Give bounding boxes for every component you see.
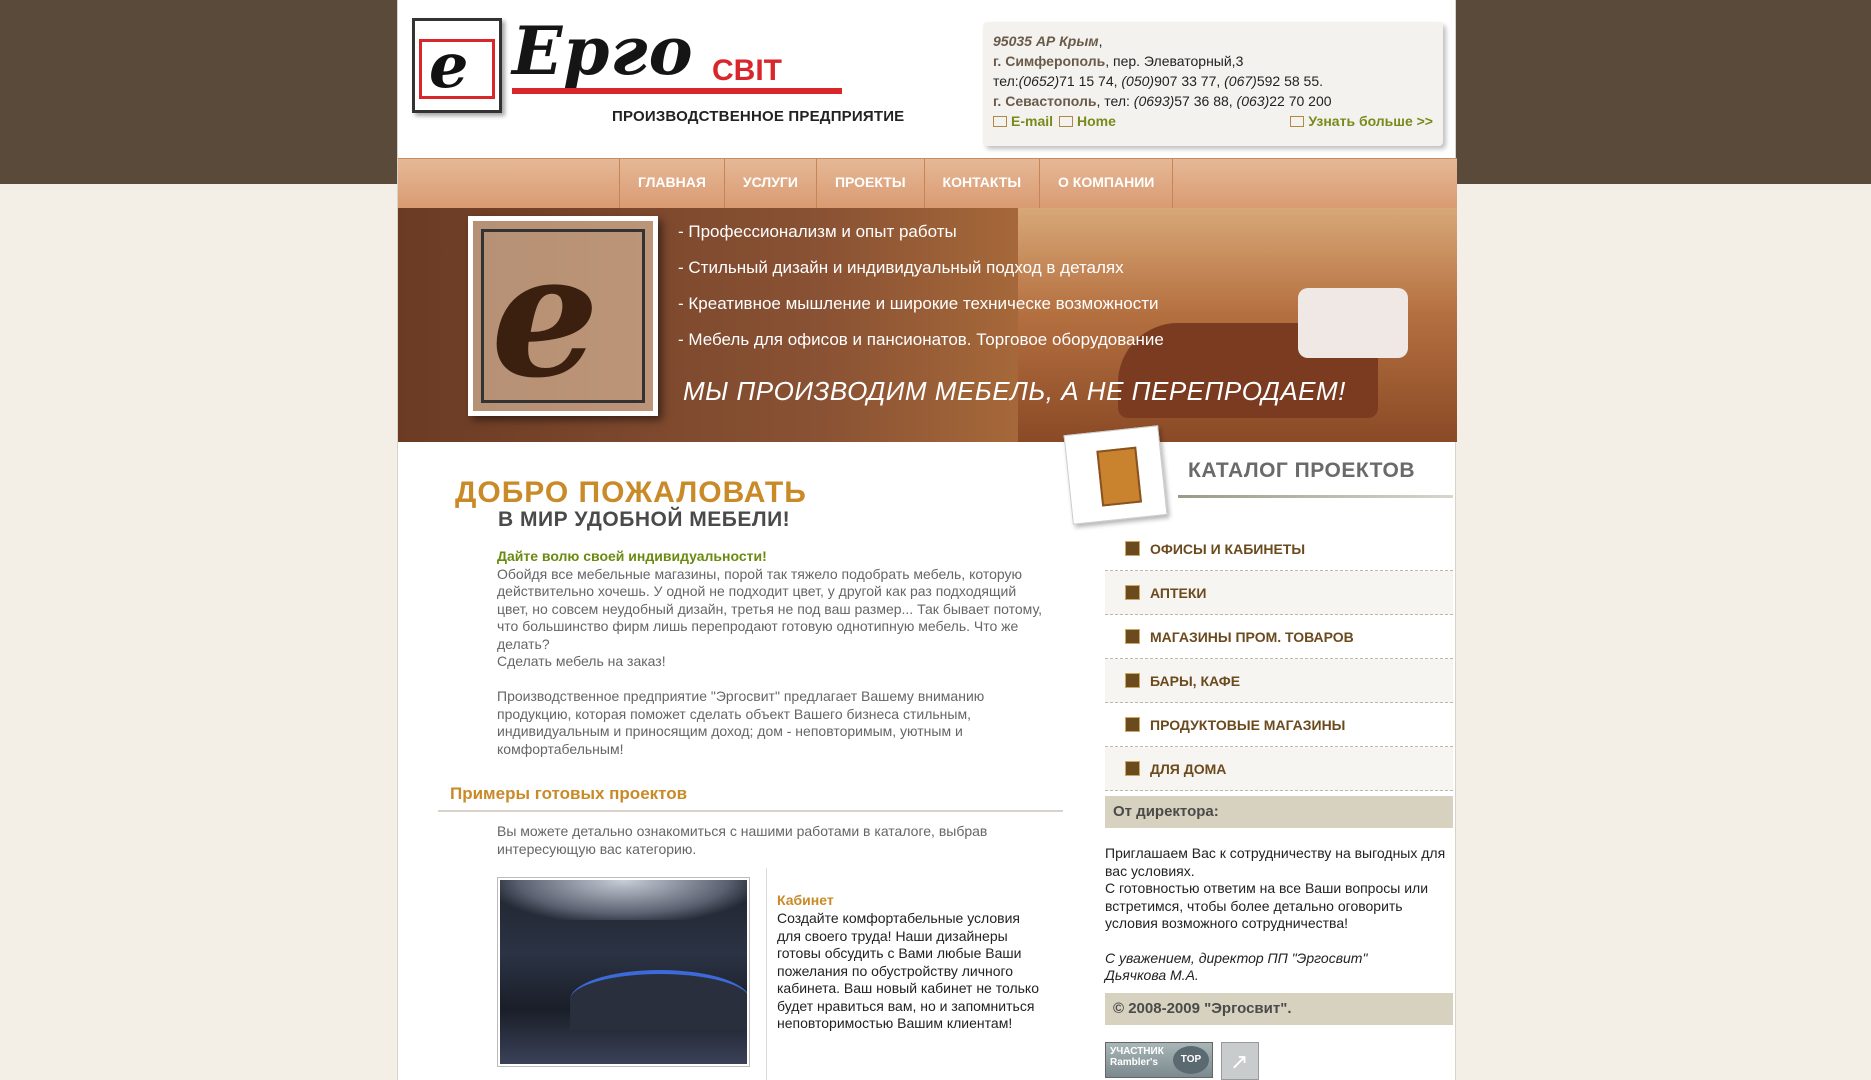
banner-bullet: - Стильный дизайн и индивидуальный подхо… (678, 258, 1124, 277)
welcome-title: ДОБРО ПОЖАЛОВАТЬ (455, 476, 807, 509)
address-line: 95035 АР Крым, (993, 33, 1103, 49)
examples-divider (438, 810, 1063, 812)
nav-item-about[interactable]: О КОМПАНИИ (1039, 159, 1174, 209)
contact-links: E-mail Home Узнать больше >> (993, 111, 1433, 131)
logo-subtitle: ПРОИЗВОДСТВЕННОЕ ПРЕДПРИЯТИЕ (612, 108, 905, 125)
bullet-icon (1125, 761, 1140, 776)
banner-bullet: - Мебель для офисов и пансионатов. Торго… (678, 330, 1164, 349)
logo-name: Ерго (512, 12, 694, 90)
director-name: Дьячкова М.А. (1105, 967, 1199, 983)
bullet-icon (1125, 541, 1140, 556)
logo-underline (512, 88, 842, 94)
intro-paragraph: Обойдя все мебельные магазины, порой так… (497, 565, 1042, 652)
contacts-box: 95035 АР Крым, г. Симферополь, пер. Элев… (983, 22, 1443, 146)
catalog-item-offices[interactable]: ОФИСЫ И КАБИНЕТЫ (1105, 527, 1453, 571)
logo-mark: e (412, 18, 502, 113)
page-container: e Ерго СВІТ ПРОИЗВОДСТВЕННОЕ ПРЕДПРИЯТИЕ… (397, 0, 1457, 1080)
main-nav: ГЛАВНАЯ УСЛУГИ ПРОЕКТЫ КОНТАКТЫ О КОМПАН… (398, 158, 1457, 209)
simferopol-line: г. Симферополь, пер. Элеваторный,3 (993, 53, 1244, 69)
copyright: © 2008-2009 "Эргосвит". (1105, 993, 1453, 1025)
catalog-item-home[interactable]: ДЛЯ ДОМА (1105, 747, 1453, 791)
banner-bullet: - Профессионализм и опыт работы (678, 222, 957, 241)
banner-bullets: - Профессионализм и опыт работы - Стильн… (678, 214, 1164, 358)
home-link[interactable]: Home (1059, 111, 1116, 131)
stats-counter[interactable]: ↗ (1221, 1042, 1259, 1080)
arrow-icon: ↗ (1230, 1049, 1249, 1074)
examples-title: Примеры готовых проектов (450, 784, 688, 803)
logo-name-accent: СВІТ (712, 54, 782, 87)
project-divider (766, 868, 767, 1080)
catalog-item-pharmacies[interactable]: АПТЕКИ (1105, 571, 1453, 615)
bullet-icon (1125, 585, 1140, 600)
intro-text: Дайте волю своей индивидуальности! Обойд… (497, 548, 1047, 758)
project-description: Создайте комфортабельные условия для сво… (777, 910, 1039, 1031)
catalog-header: КАТАЛОГ ПРОЕКТОВ (1063, 425, 1457, 525)
logo[interactable]: e Ерго СВІТ ПРОИЗВОДСТВЕННОЕ ПРЕДПРИЯТИЕ (412, 18, 912, 130)
home-icon (1059, 115, 1074, 127)
catalog-list: ОФИСЫ И КАБИНЕТЫ АПТЕКИ МАГАЗИНЫ ПРОМ. Т… (1105, 527, 1453, 791)
nav-item-contacts[interactable]: КОНТАКТЫ (923, 159, 1039, 209)
catalog-item-grocery[interactable]: ПРОДУКТОВЫЕ МАГАЗИНЫ (1105, 703, 1453, 747)
banner-bullet: - Креативное мышление и широкие техничес… (678, 294, 1159, 313)
director-header: От директора: (1105, 796, 1453, 828)
catalog-image (1063, 425, 1168, 525)
welcome-subtitle: В МИР УДОБНОЙ МЕБЕЛИ! (498, 508, 791, 531)
learn-more-link[interactable]: Узнать больше >> (1290, 111, 1433, 131)
catalog-rule (1178, 495, 1453, 498)
simferopol-phones: тел:(0652)71 15 74, (050)907 33 77, (067… (993, 73, 1323, 89)
nav-item-services[interactable]: УСЛУГИ (723, 159, 816, 209)
counters: УЧАСТНИК Rambler's TOP 100 ↗ (1105, 1042, 1259, 1080)
banner-logo-frame: e (468, 216, 658, 416)
examples-text: Вы можете детально ознакомиться с нашими… (497, 823, 988, 857)
hero-banner: e - Профессионализм и опыт работы - Стил… (398, 208, 1457, 442)
bullet-icon (1125, 673, 1140, 688)
catalog-item-bars[interactable]: БАРЫ, КАФЕ (1105, 659, 1453, 703)
intro-paragraph-2: Производственное предприятие "Эргосвит" … (497, 688, 985, 757)
project-title[interactable]: Кабинет (777, 892, 834, 908)
email-link[interactable]: E-mail (993, 111, 1053, 131)
nav-items: ГЛАВНАЯ УСЛУГИ ПРОЕКТЫ КОНТАКТЫ О КОМПАН… (619, 159, 1174, 209)
nav-item-home[interactable]: ГЛАВНАЯ (619, 159, 724, 209)
bullet-icon (1125, 717, 1140, 732)
envelope-icon (993, 115, 1007, 127)
sevastopol-line: г. Севастополь, тел: (0693)57 36 88, (06… (993, 93, 1332, 109)
intro-headline: Дайте волю своей индивидуальности! (497, 548, 767, 564)
banner-reception (1298, 288, 1408, 358)
catalog-item-stores[interactable]: МАГАЗИНЫ ПРОМ. ТОВАРОВ (1105, 615, 1453, 659)
nav-item-projects[interactable]: ПРОЕКТЫ (815, 159, 924, 209)
intro-callout: Сделать мебель на заказ! (497, 653, 666, 669)
director-signature: С уважением, директор ПП "Эргосвит" (1105, 949, 1368, 966)
window-icon (1290, 115, 1305, 127)
rambler-counter[interactable]: УЧАСТНИК Rambler's TOP 100 (1105, 1042, 1213, 1078)
project-photo[interactable] (497, 877, 750, 1067)
catalog-title: КАТАЛОГ ПРОЕКТОВ (1188, 459, 1415, 482)
director-text: Приглашаем Вас к сотрудничеству на выгод… (1105, 845, 1453, 985)
bullet-icon (1125, 629, 1140, 644)
banner-slogan: МЫ ПРОИЗВОДИМ МЕБЕЛЬ, А НЕ ПЕРЕПРОДАЕМ! (683, 376, 1346, 406)
